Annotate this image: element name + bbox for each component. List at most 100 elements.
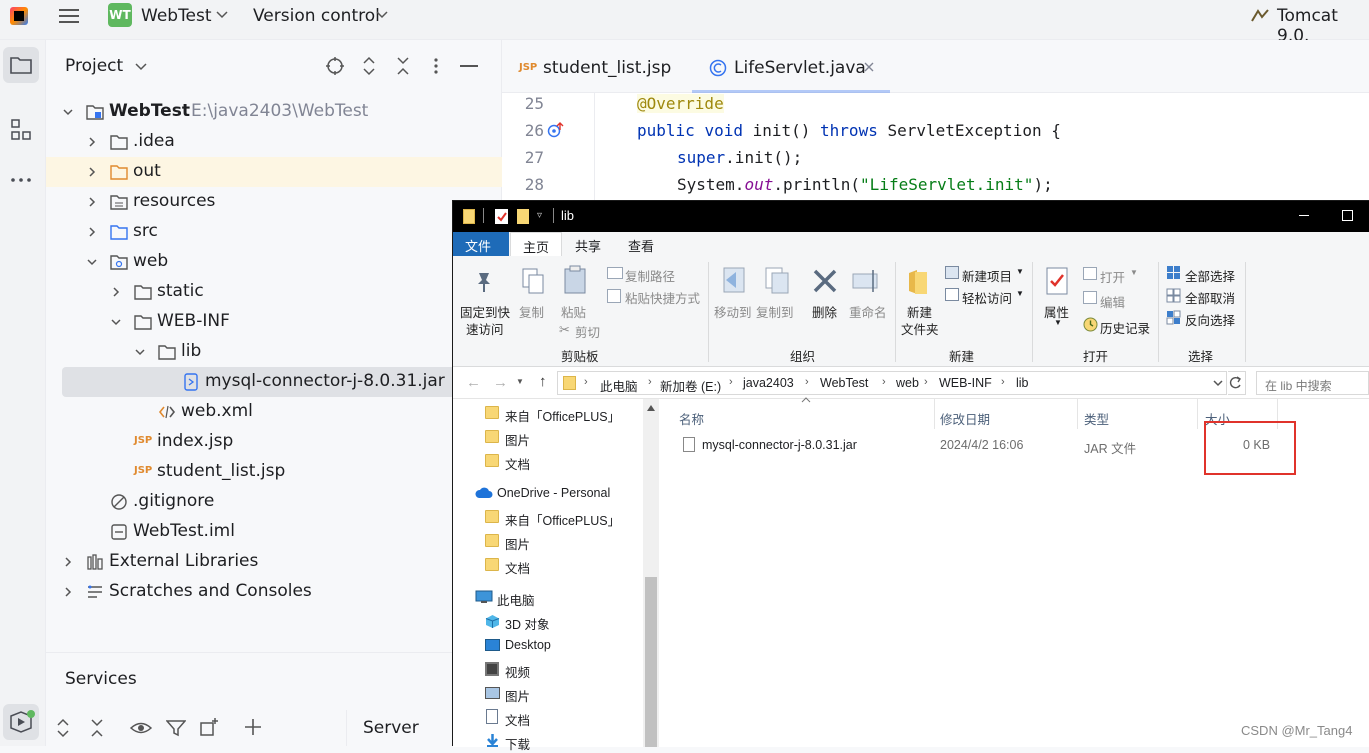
breadcrumb-drive-e[interactable]: 新加卷 (E:) — [660, 376, 721, 395]
nav-item-desktop[interactable]: Desktop — [453, 633, 643, 657]
open-label[interactable]: 打开 — [1100, 267, 1125, 286]
address-dropdown-icon[interactable] — [1213, 377, 1223, 389]
open-icon[interactable] — [1083, 267, 1097, 280]
table-row[interactable]: mysql-connector-j-8.0.31.jar 2024/4/2 16… — [673, 429, 1293, 459]
tree-row-student-list-jsp[interactable]: JSP student_list.jsp — [46, 457, 502, 487]
navigation-pane[interactable]: 来自「OfficePLUS」 图片 文档 OneDrive - Personal… — [453, 399, 659, 752]
new-item-icon[interactable] — [945, 266, 959, 279]
history-label[interactable]: 历史记录 — [1100, 318, 1150, 337]
forward-arrow-icon[interactable]: → — [493, 374, 508, 391]
tree-row-gitignore[interactable]: .gitignore — [46, 487, 502, 517]
column-separator[interactable] — [1197, 399, 1198, 429]
paste-label[interactable]: 粘贴 — [561, 302, 586, 321]
nav-item-documents[interactable]: 文档 — [453, 553, 643, 577]
copy-path-icon[interactable] — [607, 267, 623, 279]
expand-all-icon[interactable] — [55, 718, 71, 738]
nav-item-downloads[interactable]: 下载 — [453, 729, 643, 753]
chevron-right-icon[interactable] — [62, 556, 74, 568]
chevron-down-icon[interactable] — [62, 106, 74, 118]
maximize-icon[interactable] — [1342, 210, 1353, 221]
chevron-down-icon[interactable] — [134, 346, 146, 358]
tree-row-src[interactable]: src — [46, 217, 502, 247]
tab-share[interactable]: 共享 — [563, 232, 613, 256]
tree-row-lib[interactable]: lib — [46, 337, 502, 367]
column-date-modified[interactable]: 修改日期 — [940, 409, 990, 428]
column-separator[interactable] — [1077, 399, 1078, 429]
recent-dropdown-icon[interactable]: ▼ — [516, 377, 524, 386]
move-to-icon[interactable] — [722, 266, 748, 294]
tree-row-idea[interactable]: .idea — [46, 127, 502, 157]
paste-shortcut-icon[interactable] — [607, 289, 621, 303]
collapse-all-icon[interactable] — [89, 718, 105, 738]
chevron-right-icon[interactable] — [86, 196, 98, 208]
nav-item-documents-pc[interactable]: 文档 — [453, 705, 643, 729]
project-folder-icon[interactable] — [3, 47, 39, 83]
new-folder-icon[interactable] — [907, 268, 931, 296]
tree-row-static[interactable]: static — [46, 277, 502, 307]
nav-item-this-pc[interactable]: 此电脑 — [453, 585, 643, 609]
intellij-logo-icon[interactable] — [10, 7, 28, 25]
address-field[interactable]: › 此电脑 › 新加卷 (E:) › java2403 › WebTest › … — [557, 371, 1227, 395]
tab-student-list-jsp[interactable]: JSP student_list.jsp — [502, 40, 692, 93]
nav-item-3d-objects[interactable]: 3D 对象 — [453, 609, 643, 633]
edit-icon[interactable] — [1083, 291, 1097, 304]
rename-icon[interactable] — [851, 268, 881, 294]
main-menu-icon[interactable] — [58, 6, 80, 26]
copy-to-label[interactable]: 复制到 — [756, 302, 794, 321]
expand-all-icon[interactable] — [361, 56, 377, 76]
paste-icon[interactable] — [562, 265, 588, 295]
chevron-right-icon[interactable] — [86, 226, 98, 238]
chevron-down-icon[interactable]: ▼ — [1130, 268, 1138, 277]
locate-file-icon[interactable] — [325, 56, 345, 76]
copy-label[interactable]: 复制 — [519, 302, 544, 321]
select-all-icon[interactable] — [1166, 265, 1181, 280]
nav-item-officeplus[interactable]: 来自「OfficePLUS」 — [453, 505, 643, 529]
column-type[interactable]: 类型 — [1084, 409, 1109, 428]
history-icon[interactable] — [1083, 317, 1098, 332]
breadcrumb-web-inf[interactable]: WEB-INF — [939, 376, 992, 390]
select-all-label[interactable]: 全部选择 — [1185, 266, 1235, 285]
filter-icon[interactable] — [166, 719, 186, 737]
easy-access-label[interactable]: 轻松访问 — [962, 288, 1012, 307]
new-item-label[interactable]: 新建项目 — [962, 266, 1012, 285]
breadcrumb-web[interactable]: web — [896, 376, 919, 390]
project-panel-title[interactable]: Project — [65, 56, 123, 76]
chevron-right-icon[interactable] — [62, 586, 74, 598]
chevron-down-icon[interactable]: ▼ — [1016, 289, 1024, 298]
chevron-down-icon[interactable]: ▼ — [1054, 318, 1062, 327]
chevron-right-icon[interactable] — [86, 166, 98, 178]
add-icon[interactable] — [243, 717, 263, 737]
chevron-right-icon[interactable] — [86, 136, 98, 148]
options-icon[interactable] — [433, 56, 439, 76]
column-separator[interactable] — [934, 399, 935, 429]
tab-file[interactable]: 文件 — [453, 232, 509, 256]
pin-icon[interactable] — [473, 270, 495, 294]
override-gutter-icon[interactable] — [546, 121, 564, 139]
tree-row-out[interactable]: out — [46, 157, 502, 187]
rename-label[interactable]: 重命名 — [849, 302, 887, 321]
tree-row-web-inf[interactable]: WEB-INF — [46, 307, 502, 337]
minimize-icon[interactable] — [1299, 215, 1309, 216]
breadcrumb-java2403[interactable]: java2403 — [743, 376, 794, 390]
chevron-down-icon[interactable] — [86, 256, 98, 268]
new-tab-icon[interactable] — [199, 717, 219, 737]
tree-row-resources[interactable]: resources — [46, 187, 502, 217]
select-none-icon[interactable] — [1166, 288, 1181, 303]
quick-access-dropdown-icon[interactable]: ▿ — [537, 210, 542, 221]
breadcrumb-this-pc[interactable]: 此电脑 — [600, 376, 638, 395]
tree-row-webtest-iml[interactable]: WebTest.iml — [46, 517, 502, 547]
properties-icon[interactable] — [1045, 266, 1069, 296]
more-tools-icon[interactable] — [3, 162, 39, 198]
project-name[interactable]: WebTest — [141, 6, 212, 26]
structure-icon[interactable] — [3, 112, 39, 148]
nav-item-documents[interactable]: 文档 — [453, 449, 643, 473]
server-tab[interactable]: Server — [363, 718, 419, 738]
collapse-all-icon[interactable] — [395, 56, 411, 76]
scissors-icon[interactable]: ✂ — [559, 322, 570, 338]
copy-icon[interactable] — [521, 267, 545, 295]
select-none-label[interactable]: 全部取消 — [1185, 288, 1235, 307]
breadcrumb-lib[interactable]: lib — [1016, 376, 1029, 390]
edit-label[interactable]: 编辑 — [1100, 292, 1125, 311]
nav-scrollbar[interactable] — [643, 399, 659, 747]
scroll-up-arrow[interactable] — [647, 405, 655, 411]
